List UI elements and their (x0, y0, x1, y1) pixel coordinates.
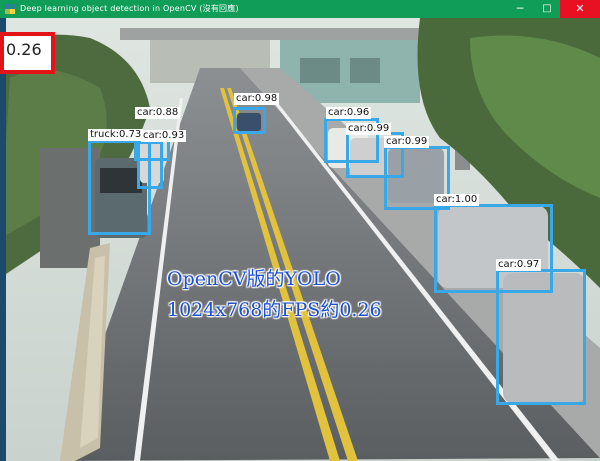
fps-value: 0.26 (6, 40, 42, 59)
fps-indicator: 0.26 (0, 32, 55, 74)
close-button[interactable]: ✕ (560, 0, 600, 18)
python-icon (5, 4, 15, 14)
app-window: Deep learning object detection in OpenCV… (0, 0, 600, 461)
detection-label: car:0.98 (234, 93, 280, 105)
detection-label: car:1.00 (434, 194, 480, 206)
title-bar[interactable]: Deep learning object detection in OpenCV… (0, 0, 600, 18)
minimize-button[interactable]: ─ (507, 0, 533, 18)
detection-label: car:0.93 (141, 130, 187, 142)
overlay-caption-line1: OpenCV版的YOLO (167, 268, 341, 290)
detection-label: car:0.96 (326, 107, 372, 119)
desktop-edge (0, 18, 6, 461)
detection-box (137, 141, 163, 189)
detection-label: car:0.99 (384, 136, 430, 148)
detection-box (496, 269, 586, 405)
detection-box (233, 107, 266, 134)
maximize-button[interactable]: □ (534, 0, 560, 18)
detection-label: car:0.88 (135, 107, 181, 119)
detection-label: car:0.99 (346, 123, 392, 135)
detection-label: car:0.97 (496, 259, 542, 271)
overlay-caption-line2: 1024x768的FPS約0.26 (167, 299, 382, 321)
video-frame: car:0.98 car:0.88 truck:0.73 car:0.93 ca… (0, 18, 600, 461)
detection-label: truck:0.73 (88, 129, 144, 141)
window-title: Deep learning object detection in OpenCV… (20, 4, 239, 13)
